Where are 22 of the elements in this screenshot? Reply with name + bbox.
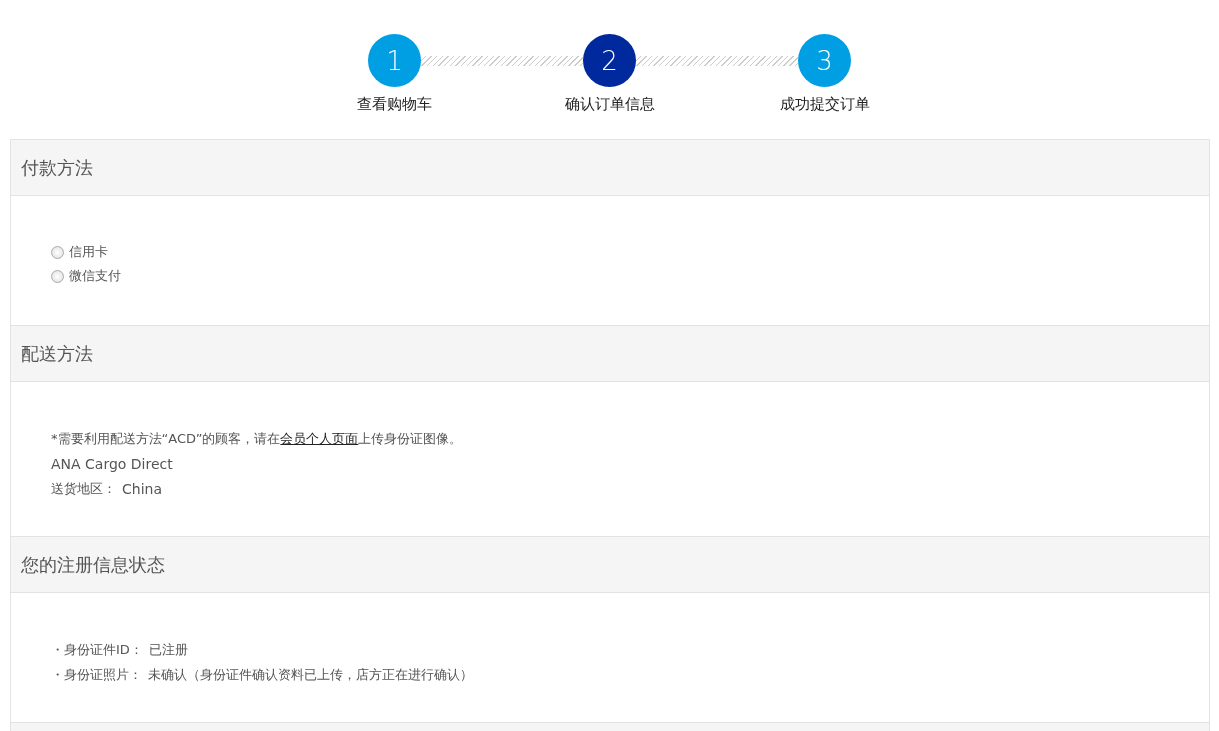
shipping-method: ANA Cargo Direct — [51, 454, 174, 474]
step-label: 成功提交订单 — [779, 95, 870, 114]
region-value: China — [122, 480, 162, 497]
section-title: 配送方法 — [21, 341, 93, 366]
step-number: 2 — [583, 34, 636, 87]
status-value: 已注册 — [148, 640, 188, 659]
status-value: 未确认（身份证件确认资料已上传，店方正在进行确认） — [148, 665, 473, 684]
section-title: 您的注册信息状态 — [21, 552, 165, 577]
radio-label[interactable]: 微信支付 — [69, 267, 121, 285]
step-label: 确认订单信息 — [564, 95, 655, 114]
region-label: 送货地区： — [51, 479, 116, 498]
radio-button[interactable] — [51, 245, 64, 259]
step-number: 3 — [798, 34, 851, 87]
step-number: 1 — [368, 34, 421, 87]
status-label: ・身份证件ID： — [51, 640, 143, 659]
radio-label[interactable]: 信用卡 — [69, 243, 108, 261]
step-label: 查看购物车 — [357, 95, 432, 114]
status-label: ・身份证照片： — [51, 665, 142, 684]
section-title: 付款方法 — [21, 155, 93, 180]
shipping-note: *需要利用配送方法“ACD”的顾客，请在会员个人页面上传身份证图像。 — [51, 428, 464, 450]
member-page-link[interactable]: 会员个人页面 — [280, 429, 359, 448]
radio-button[interactable] — [51, 269, 64, 283]
